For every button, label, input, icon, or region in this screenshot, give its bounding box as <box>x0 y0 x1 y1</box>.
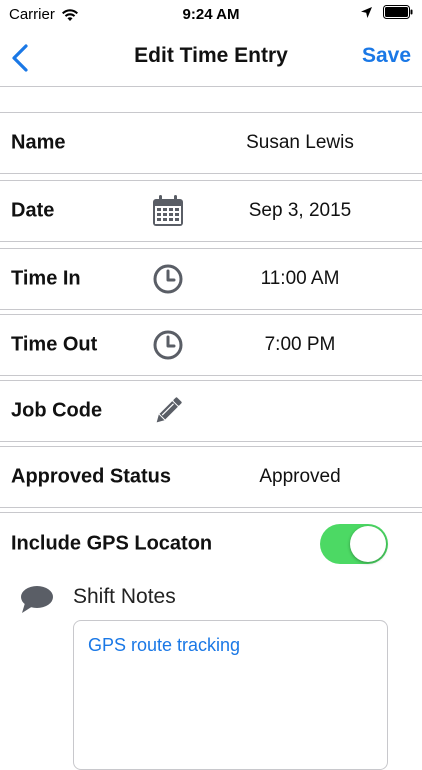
page-title: Edit Time Entry <box>134 44 288 67</box>
status-time: 9:24 AM <box>182 6 240 23</box>
name-row[interactable]: Name Susan Lewis <box>0 112 422 174</box>
time-out-row[interactable]: Time Out 7:00 PM <box>0 314 422 376</box>
time-out-value[interactable]: 7:00 PM <box>180 334 420 356</box>
time-in-value[interactable]: 11:00 AM <box>180 268 420 290</box>
location-arrow-icon <box>361 6 372 18</box>
date-row[interactable]: Date Sep 3, 2015 <box>0 180 422 242</box>
save-button[interactable]: Save <box>362 44 411 68</box>
speech-bubble-icon <box>21 586 53 613</box>
shift-notes-text: GPS route tracking <box>88 635 241 655</box>
date-value[interactable]: Sep 3, 2015 <box>180 200 420 222</box>
shift-notes-textarea[interactable]: GPS route tracking <box>73 620 388 770</box>
approved-status-label: Approved Status <box>11 465 172 488</box>
approved-status-value: Approved <box>259 466 341 487</box>
time-in-row[interactable]: Time In 11:00 AM <box>0 248 422 310</box>
shift-notes-label: Shift Notes <box>73 585 176 608</box>
gps-row: Include GPS Locaton <box>0 512 422 574</box>
gps-label: Include GPS Locaton <box>11 532 213 554</box>
name-label: Name <box>11 131 66 154</box>
gps-toggle[interactable] <box>320 523 388 564</box>
navigation-bar: Edit Time Entry Save <box>0 30 422 87</box>
time-out-label: Time Out <box>11 333 98 356</box>
job-code-row[interactable]: Job Code <box>0 380 422 442</box>
name-value[interactable]: Susan Lewis <box>180 132 420 154</box>
approved-status-row: Approved Status Approved <box>0 446 422 508</box>
time-in-label: Time In <box>11 267 81 290</box>
shift-notes-header: Shift Notes <box>0 575 422 620</box>
section-spacer <box>0 87 422 112</box>
pencil-icon[interactable] <box>151 394 185 428</box>
battery-icon <box>383 5 413 19</box>
toggle-knob <box>350 525 386 562</box>
job-code-label: Job Code <box>11 399 103 422</box>
status-bar: Carrier 9:24 AM <box>0 0 422 30</box>
date-label: Date <box>11 199 55 222</box>
